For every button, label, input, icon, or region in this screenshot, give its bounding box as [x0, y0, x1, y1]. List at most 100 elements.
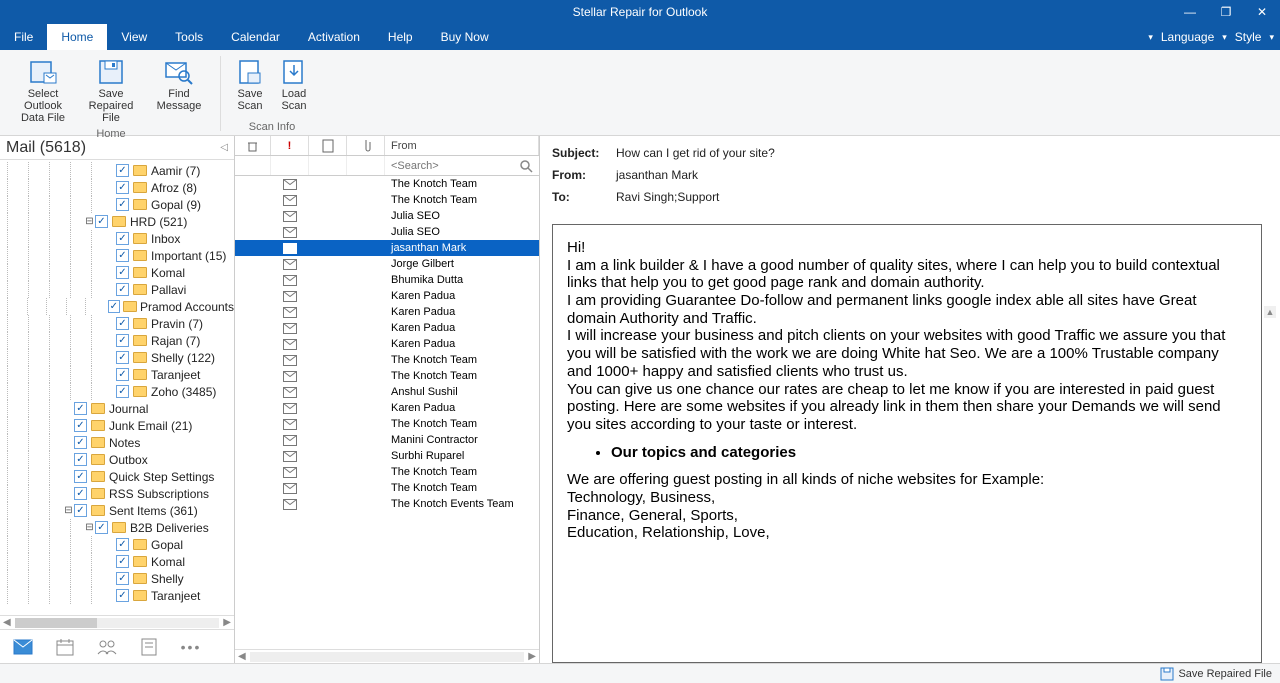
folder-item[interactable]: ✓Shelly (122) — [0, 349, 234, 366]
search-icon[interactable] — [519, 159, 533, 173]
folder-item[interactable]: ✓Notes — [0, 434, 234, 451]
expand-icon[interactable]: ⊟ — [84, 522, 95, 533]
tab-tools[interactable]: Tools — [161, 24, 217, 50]
folder-item[interactable]: ✓Pramod Accounts — [0, 298, 234, 315]
tab-home[interactable]: Home — [47, 24, 107, 50]
folder-item[interactable]: ✓Taranjeet — [0, 587, 234, 604]
notes-icon[interactable] — [138, 636, 160, 658]
expand-icon[interactable]: ⊟ — [84, 216, 95, 227]
folder-item[interactable]: ✓Important (15) — [0, 247, 234, 264]
folder-item[interactable]: ✓Zoho (3485) — [0, 383, 234, 400]
tab-activation[interactable]: Activation — [294, 24, 374, 50]
folder-item[interactable]: ✓Shelly — [0, 570, 234, 587]
folder-item[interactable]: ✓Rajan (7) — [0, 332, 234, 349]
tree-hscroll[interactable]: ◀▶ — [0, 615, 234, 629]
message-row[interactable]: Karen Padua — [235, 304, 539, 320]
expand-icon[interactable]: ⊟ — [63, 505, 74, 516]
checkbox[interactable]: ✓ — [116, 232, 129, 245]
message-row[interactable]: The Knotch Team — [235, 192, 539, 208]
select-outlook-data-file-button[interactable]: Select Outlook Data File — [10, 56, 76, 126]
col-type[interactable] — [309, 136, 347, 155]
language-dropdown[interactable]: Language — [1157, 30, 1218, 44]
col-from[interactable]: From — [385, 136, 539, 155]
calendar-icon[interactable] — [54, 636, 76, 658]
checkbox[interactable]: ✓ — [116, 334, 129, 347]
folder-item[interactable]: ✓Komal — [0, 264, 234, 281]
checkbox[interactable]: ✓ — [108, 300, 120, 313]
checkbox[interactable]: ✓ — [116, 368, 129, 381]
folder-item[interactable]: ✓Gopal — [0, 536, 234, 553]
message-row[interactable]: Manini Contractor — [235, 432, 539, 448]
collapse-icon[interactable]: ◁ — [220, 142, 228, 153]
mail-icon[interactable] — [12, 636, 34, 658]
checkbox[interactable]: ✓ — [116, 589, 129, 602]
folder-item[interactable]: ✓Pravin (7) — [0, 315, 234, 332]
message-row[interactable]: jasanthan Mark — [235, 240, 539, 256]
save-scan-button[interactable]: Save Scan — [229, 56, 271, 114]
checkbox[interactable]: ✓ — [116, 283, 129, 296]
folder-item[interactable]: ✓RSS Subscriptions — [0, 485, 234, 502]
style-dropdown[interactable]: Style — [1231, 30, 1266, 44]
message-row[interactable]: The Knotch Team — [235, 368, 539, 384]
folder-item[interactable]: ✓Quick Step Settings — [0, 468, 234, 485]
preview-vscroll[interactable]: ▲ — [1264, 306, 1278, 641]
message-row[interactable]: The Knotch Events Team — [235, 496, 539, 512]
folder-item[interactable]: ⊟✓HRD (521) — [0, 213, 234, 230]
checkbox[interactable]: ✓ — [116, 181, 129, 194]
email-body[interactable]: Hi! I am a link builder & I have a good … — [552, 224, 1262, 663]
col-attachment[interactable] — [347, 136, 385, 155]
checkbox[interactable]: ✓ — [116, 538, 129, 551]
message-row[interactable]: Karen Padua — [235, 320, 539, 336]
message-row[interactable]: The Knotch Team — [235, 352, 539, 368]
search-input[interactable] — [385, 156, 539, 175]
folder-item[interactable]: ✓Inbox — [0, 230, 234, 247]
message-list[interactable]: The Knotch TeamThe Knotch TeamJulia SEOJ… — [235, 176, 539, 649]
checkbox[interactable]: ✓ — [116, 249, 129, 262]
folder-item[interactable]: ✓Aamir (7) — [0, 162, 234, 179]
checkbox[interactable]: ✓ — [116, 385, 129, 398]
checkbox[interactable]: ✓ — [116, 555, 129, 568]
folder-item[interactable]: ✓Taranjeet — [0, 366, 234, 383]
tab-file[interactable]: File — [0, 24, 47, 50]
tab-view[interactable]: View — [107, 24, 161, 50]
checkbox[interactable]: ✓ — [74, 436, 87, 449]
tab-calendar[interactable]: Calendar — [217, 24, 294, 50]
message-row[interactable]: Bhumika Dutta — [235, 272, 539, 288]
checkbox[interactable]: ✓ — [116, 317, 129, 330]
tab-buynow[interactable]: Buy Now — [427, 24, 503, 50]
message-row[interactable]: Karen Padua — [235, 400, 539, 416]
folder-tree[interactable]: ✓Aamir (7)✓Afroz (8)✓Gopal (9)⊟✓HRD (521… — [0, 160, 234, 615]
message-row[interactable]: Karen Padua — [235, 336, 539, 352]
message-row[interactable]: The Knotch Team — [235, 416, 539, 432]
checkbox[interactable]: ✓ — [116, 198, 129, 211]
checkbox[interactable]: ✓ — [74, 402, 87, 415]
folder-item[interactable]: ✓Gopal (9) — [0, 196, 234, 213]
message-row[interactable]: Karen Padua — [235, 288, 539, 304]
status-save-repaired-file[interactable]: Save Repaired File — [1178, 668, 1272, 680]
checkbox[interactable]: ✓ — [116, 572, 129, 585]
message-row[interactable]: Julia SEO — [235, 208, 539, 224]
folder-item[interactable]: ✓Komal — [0, 553, 234, 570]
checkbox[interactable]: ✓ — [95, 215, 108, 228]
load-scan-button[interactable]: Load Scan — [273, 56, 315, 114]
folder-item[interactable]: ⊟✓Sent Items (361) — [0, 502, 234, 519]
close-button[interactable]: ✕ — [1244, 0, 1280, 24]
checkbox[interactable]: ✓ — [74, 419, 87, 432]
message-row[interactable]: Jorge Gilbert — [235, 256, 539, 272]
folder-item[interactable]: ✓Pallavi — [0, 281, 234, 298]
people-icon[interactable] — [96, 636, 118, 658]
col-importance[interactable]: ! — [271, 136, 309, 155]
more-icon[interactable]: ••• — [180, 636, 202, 658]
tab-help[interactable]: Help — [374, 24, 427, 50]
message-row[interactable]: Surbhi Ruparel — [235, 448, 539, 464]
checkbox[interactable]: ✓ — [116, 164, 129, 177]
checkbox[interactable]: ✓ — [74, 487, 87, 500]
scroll-up-icon[interactable]: ▲ — [1264, 306, 1276, 318]
folder-item[interactable]: ✓Outbox — [0, 451, 234, 468]
msglist-hscroll[interactable]: ◀▶ — [235, 649, 539, 663]
message-row[interactable]: The Knotch Team — [235, 464, 539, 480]
checkbox[interactable]: ✓ — [116, 266, 129, 279]
message-row[interactable]: Anshul Sushil — [235, 384, 539, 400]
folder-item[interactable]: ⊟✓B2B Deliveries — [0, 519, 234, 536]
folder-item[interactable]: ✓Junk Email (21) — [0, 417, 234, 434]
